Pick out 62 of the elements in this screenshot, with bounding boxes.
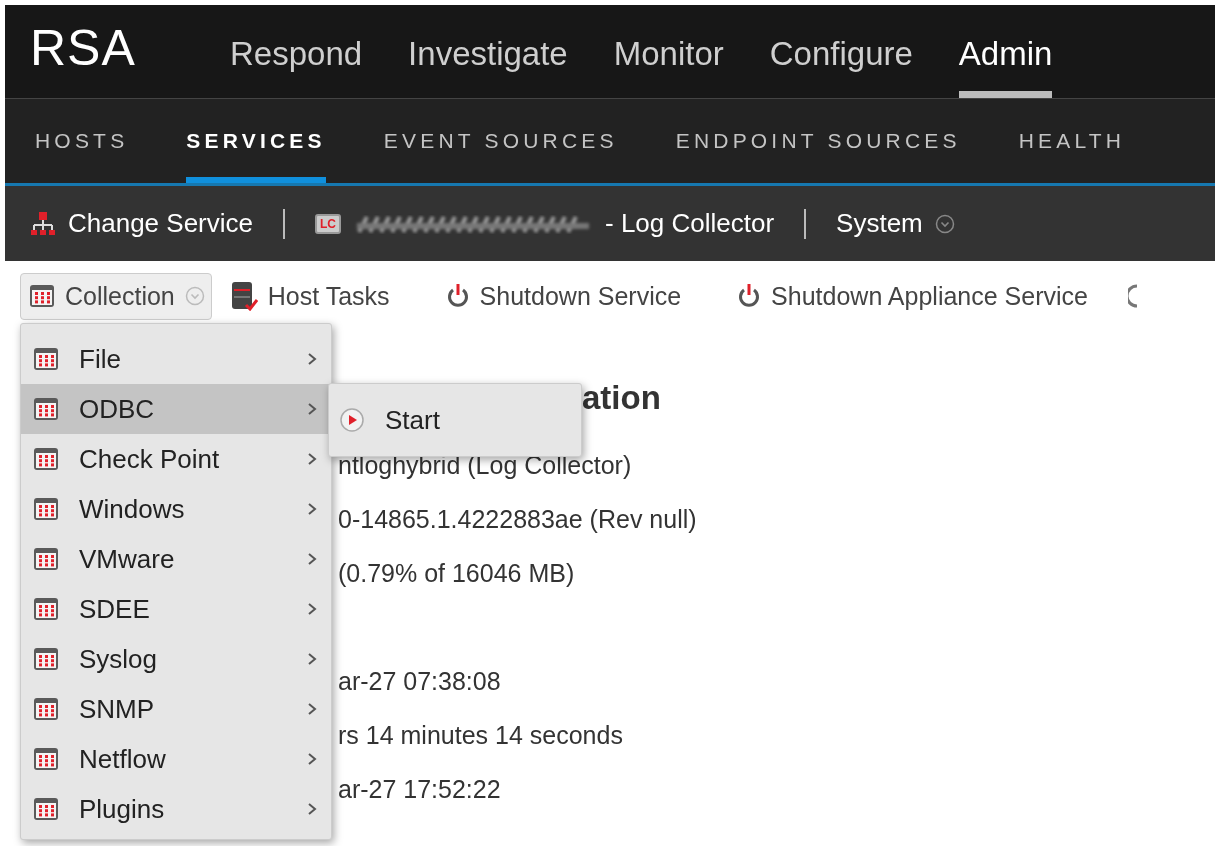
section-heading: ation	[582, 379, 662, 418]
menu-item[interactable]: SDEE	[21, 584, 331, 634]
nav-tab[interactable]: Respond	[230, 5, 363, 98]
dropdown-caret-icon[interactable]	[934, 213, 955, 234]
menu-item[interactable]: Plugins	[21, 784, 331, 834]
chevron-right-icon	[307, 502, 317, 516]
service-name: - Log Collector	[605, 208, 775, 239]
toolbar-button[interactable]: Shutdown Appliance Service	[729, 273, 1096, 319]
menu-item[interactable]: SNMP	[21, 684, 331, 734]
toolbar-button[interactable]: Shutdown Service	[437, 273, 690, 319]
chevron-right-icon	[307, 552, 317, 566]
calendar-icon	[33, 547, 59, 571]
info-value: ntloghybrid (Log Collector)	[338, 451, 632, 479]
menu-item[interactable]: Netflow	[21, 734, 331, 784]
nav-tab[interactable]: Monitor	[613, 5, 724, 98]
logo[interactable]: RSA	[5, 5, 230, 98]
calendar-icon	[33, 447, 59, 471]
subnav-tab[interactable]: HOSTS	[35, 99, 129, 183]
info-value: ar-27 07:38:08	[338, 667, 501, 695]
info-value: (0.79% of 16046 MB)	[338, 559, 575, 587]
info-value: 0-14865.1.4222883ae (Rev null)	[338, 505, 697, 533]
menu-item[interactable]: Check Point	[21, 434, 331, 484]
info-value: rs 14 minutes 14 seconds	[338, 721, 623, 749]
menu-item[interactable]: VMware	[21, 534, 331, 584]
calendar-icon	[33, 397, 59, 421]
server-check-icon	[229, 281, 258, 311]
menu-item[interactable]: Syslog	[21, 634, 331, 684]
calendar-icon	[33, 797, 59, 821]
calendar-icon	[33, 647, 59, 671]
chevron-right-icon	[307, 802, 317, 816]
subnav-tab[interactable]: ENDPOINT SOURCES	[675, 99, 961, 183]
collection-dropdown[interactable]: Collection	[20, 272, 212, 320]
chevron-right-icon	[307, 702, 317, 716]
service-type-badge: LC	[315, 213, 341, 234]
chevron-right-icon	[307, 602, 317, 616]
chevron-right-icon	[307, 652, 317, 666]
chevron-right-icon	[307, 452, 317, 466]
nav-tab[interactable]: Investigate	[408, 5, 568, 98]
subnav-tab[interactable]: HEALTH	[1018, 99, 1126, 183]
nav-tab[interactable]: Configure	[769, 5, 913, 98]
calendar-icon	[29, 284, 55, 308]
subnav-tab[interactable]: EVENT SOURCES	[383, 99, 618, 183]
calendar-icon	[33, 347, 59, 371]
play-icon	[339, 407, 365, 433]
network-icon	[30, 210, 56, 237]
change-service-link[interactable]: Change Service	[68, 208, 253, 239]
power-icon	[445, 283, 470, 309]
toolbar-button[interactable]: Host Tasks	[221, 273, 398, 319]
calendar-icon	[33, 697, 59, 721]
system-dropdown[interactable]: System	[836, 208, 923, 239]
info-value: ar-27 17:52:22	[338, 775, 501, 803]
menu-item[interactable]: ODBC	[21, 384, 331, 434]
calendar-icon	[33, 747, 59, 771]
chevron-right-icon	[307, 352, 317, 366]
chevron-right-icon	[307, 402, 317, 416]
power-icon	[737, 283, 762, 309]
calendar-icon	[33, 497, 59, 521]
menu-item[interactable]: File	[21, 334, 331, 384]
chevron-right-icon	[307, 752, 317, 766]
calendar-icon	[33, 597, 59, 621]
menu-item[interactable]: Windows	[21, 484, 331, 534]
menu-item[interactable]: Start	[329, 404, 440, 436]
